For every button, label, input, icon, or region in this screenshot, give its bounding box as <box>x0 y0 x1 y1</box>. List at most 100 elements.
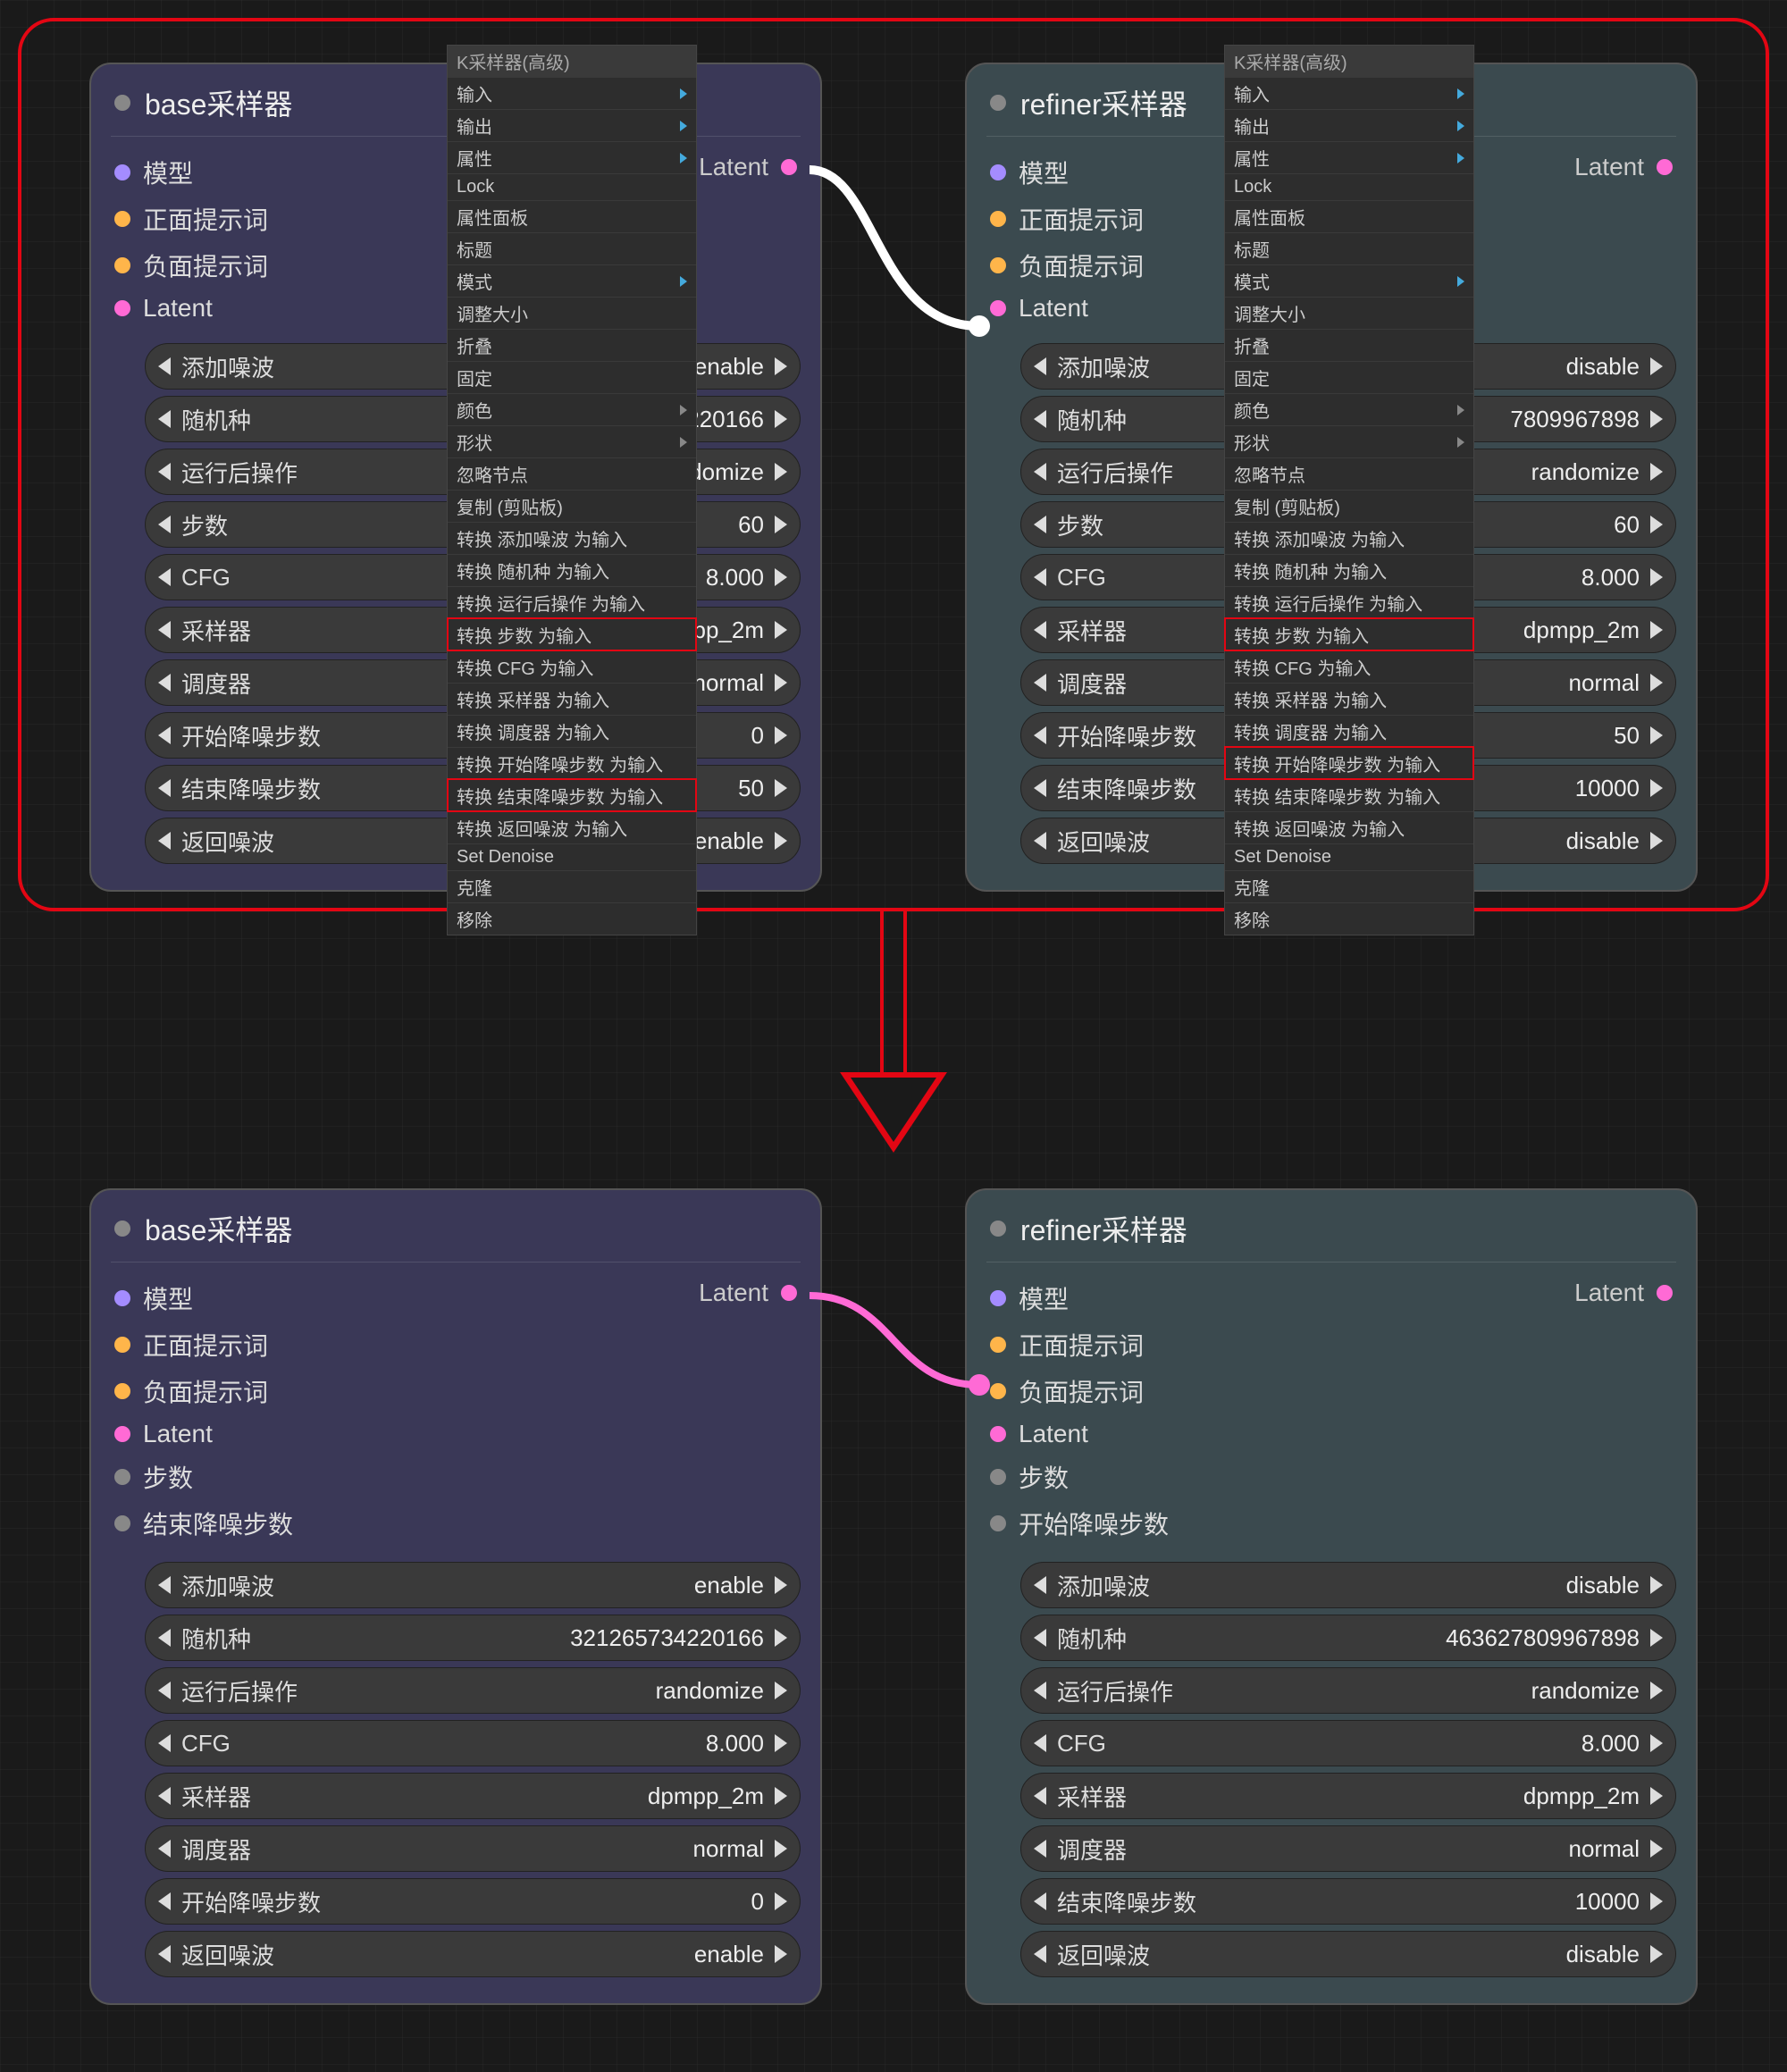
port-dot-icon[interactable] <box>990 211 1006 227</box>
menu-item-18[interactable]: 转换 CFG 为输入 <box>448 650 696 683</box>
port-dot-icon[interactable] <box>114 1383 130 1399</box>
context-menu-refiner[interactable]: K采样器(高级)输入输出属性Lock属性面板标题模式调整大小折叠固定颜色形状忽略… <box>1224 45 1474 935</box>
port-dot-icon[interactable] <box>114 1290 130 1306</box>
widget-4[interactable]: 采样器dpmpp_2m <box>1020 1773 1676 1819</box>
input-port-1[interactable]: 正面提示词 <box>111 196 272 242</box>
input-port-2[interactable]: 负面提示词 <box>986 1368 1172 1414</box>
menu-item-3[interactable]: Lock <box>448 173 696 200</box>
widget-value[interactable]: enable <box>274 1572 764 1599</box>
collapse-dot-icon[interactable] <box>990 1221 1006 1237</box>
port-dot-icon[interactable] <box>114 257 130 273</box>
widget-6[interactable]: 结束降噪步数10000 <box>1020 1878 1676 1925</box>
chevron-right-icon[interactable] <box>1650 410 1663 428</box>
node-title[interactable]: refiner采样器 <box>986 1190 1676 1262</box>
input-port-2[interactable]: 负面提示词 <box>111 242 272 289</box>
widget-value[interactable]: 8.000 <box>231 1730 764 1757</box>
menu-item-6[interactable]: 模式 <box>448 264 696 297</box>
port-dot-icon[interactable] <box>990 1515 1006 1531</box>
widget-value[interactable]: randomize <box>298 1677 764 1705</box>
chevron-left-icon[interactable] <box>158 1576 171 1594</box>
menu-item-22[interactable]: 转换 结束降噪步数 为输入 <box>448 779 696 811</box>
menu-item-4[interactable]: 属性面板 <box>1225 200 1473 232</box>
widget-value[interactable]: 10000 <box>1196 1888 1640 1916</box>
input-port-4[interactable]: 步数 <box>986 1454 1172 1500</box>
menu-item-23[interactable]: 转换 返回噪波 为输入 <box>1225 811 1473 843</box>
menu-item-2[interactable]: 属性 <box>448 141 696 173</box>
menu-item-1[interactable]: 输出 <box>1225 109 1473 141</box>
widget-5[interactable]: 调度器normal <box>145 1825 801 1872</box>
menu-item-16[interactable]: 转换 运行后操作 为输入 <box>448 586 696 618</box>
output-latent-port[interactable] <box>781 1285 797 1301</box>
port-dot-icon[interactable] <box>990 1290 1006 1306</box>
chevron-right-icon[interactable] <box>1650 1945 1663 1963</box>
input-port-3[interactable]: Latent <box>986 1414 1172 1454</box>
chevron-left-icon[interactable] <box>1034 1734 1046 1752</box>
widget-1[interactable]: 随机种463627809967898 <box>1020 1615 1676 1661</box>
port-dot-icon[interactable] <box>990 1469 1006 1485</box>
input-port-0[interactable]: 模型 <box>111 1275 297 1321</box>
chevron-right-icon[interactable] <box>1650 832 1663 850</box>
collapse-dot-icon[interactable] <box>990 95 1006 111</box>
menu-item-13[interactable]: 复制 (剪贴板) <box>1225 490 1473 522</box>
chevron-right-icon[interactable] <box>775 726 787 744</box>
widget-value[interactable]: disable <box>1150 1572 1640 1599</box>
menu-item-14[interactable]: 转换 添加噪波 为输入 <box>1225 522 1473 554</box>
chevron-left-icon[interactable] <box>158 410 171 428</box>
input-port-3[interactable]: Latent <box>111 1414 297 1454</box>
menu-item-18[interactable]: 转换 CFG 为输入 <box>1225 650 1473 683</box>
widget-value[interactable]: dpmpp_2m <box>251 1783 764 1810</box>
chevron-right-icon[interactable] <box>1650 357 1663 375</box>
chevron-left-icon[interactable] <box>158 1629 171 1647</box>
widget-value[interactable]: randomize <box>1173 1677 1640 1705</box>
menu-item-12[interactable]: 忽略节点 <box>448 457 696 490</box>
widget-value[interactable]: dpmpp_2m <box>1127 1783 1640 1810</box>
menu-item-22[interactable]: 转换 结束降噪步数 为输入 <box>1225 779 1473 811</box>
chevron-right-icon[interactable] <box>1650 1892 1663 1910</box>
chevron-left-icon[interactable] <box>1034 1682 1046 1699</box>
chevron-right-icon[interactable] <box>775 1787 787 1805</box>
widget-2[interactable]: 运行后操作randomize <box>1020 1667 1676 1714</box>
output-latent-port[interactable] <box>1657 1285 1673 1301</box>
chevron-left-icon[interactable] <box>1034 726 1046 744</box>
menu-item-9[interactable]: 固定 <box>1225 361 1473 393</box>
context-menu-base[interactable]: K采样器(高级)输入输出属性Lock属性面板标题模式调整大小折叠固定颜色形状忽略… <box>447 45 697 935</box>
port-dot-icon[interactable] <box>114 300 130 316</box>
input-port-5[interactable]: 开始降噪步数 <box>986 1500 1172 1547</box>
input-port-5[interactable]: 结束降噪步数 <box>111 1500 297 1547</box>
chevron-left-icon[interactable] <box>1034 1576 1046 1594</box>
chevron-left-icon[interactable] <box>158 568 171 586</box>
widget-value[interactable]: normal <box>1127 1835 1640 1863</box>
chevron-left-icon[interactable] <box>1034 779 1046 797</box>
input-port-1[interactable]: 正面提示词 <box>986 196 1147 242</box>
widget-6[interactable]: 开始降噪步数0 <box>145 1878 801 1925</box>
chevron-left-icon[interactable] <box>158 1945 171 1963</box>
chevron-left-icon[interactable] <box>1034 357 1046 375</box>
menu-item-5[interactable]: 标题 <box>448 232 696 264</box>
widget-4[interactable]: 采样器dpmpp_2m <box>145 1773 801 1819</box>
port-dot-icon[interactable] <box>114 1515 130 1531</box>
chevron-right-icon[interactable] <box>775 1629 787 1647</box>
menu-item-7[interactable]: 调整大小 <box>1225 297 1473 329</box>
widget-value[interactable]: 463627809967898 <box>1127 1624 1640 1652</box>
port-dot-icon[interactable] <box>114 1426 130 1442</box>
port-dot-icon[interactable] <box>990 164 1006 180</box>
port-dot-icon[interactable] <box>114 1337 130 1353</box>
menu-item-11[interactable]: 形状 <box>448 425 696 457</box>
output-latent-port[interactable] <box>781 159 797 175</box>
chevron-right-icon[interactable] <box>1650 568 1663 586</box>
menu-item-1[interactable]: 输出 <box>448 109 696 141</box>
port-dot-icon[interactable] <box>990 1383 1006 1399</box>
chevron-left-icon[interactable] <box>1034 1945 1046 1963</box>
chevron-left-icon[interactable] <box>1034 1892 1046 1910</box>
widget-1[interactable]: 随机种321265734220166 <box>145 1615 801 1661</box>
widget-value[interactable]: 0 <box>321 1888 764 1916</box>
menu-item-17[interactable]: 转换 步数 为输入 <box>448 618 696 650</box>
menu-item-9[interactable]: 固定 <box>448 361 696 393</box>
node-base-sampler-bottom[interactable]: base采样器 模型正面提示词负面提示词Latent步数结束降噪步数 Laten… <box>89 1188 822 2005</box>
chevron-right-icon[interactable] <box>775 1840 787 1858</box>
chevron-right-icon[interactable] <box>775 516 787 533</box>
menu-item-17[interactable]: 转换 步数 为输入 <box>1225 618 1473 650</box>
chevron-left-icon[interactable] <box>1034 832 1046 850</box>
chevron-left-icon[interactable] <box>158 832 171 850</box>
menu-item-15[interactable]: 转换 随机种 为输入 <box>448 554 696 586</box>
